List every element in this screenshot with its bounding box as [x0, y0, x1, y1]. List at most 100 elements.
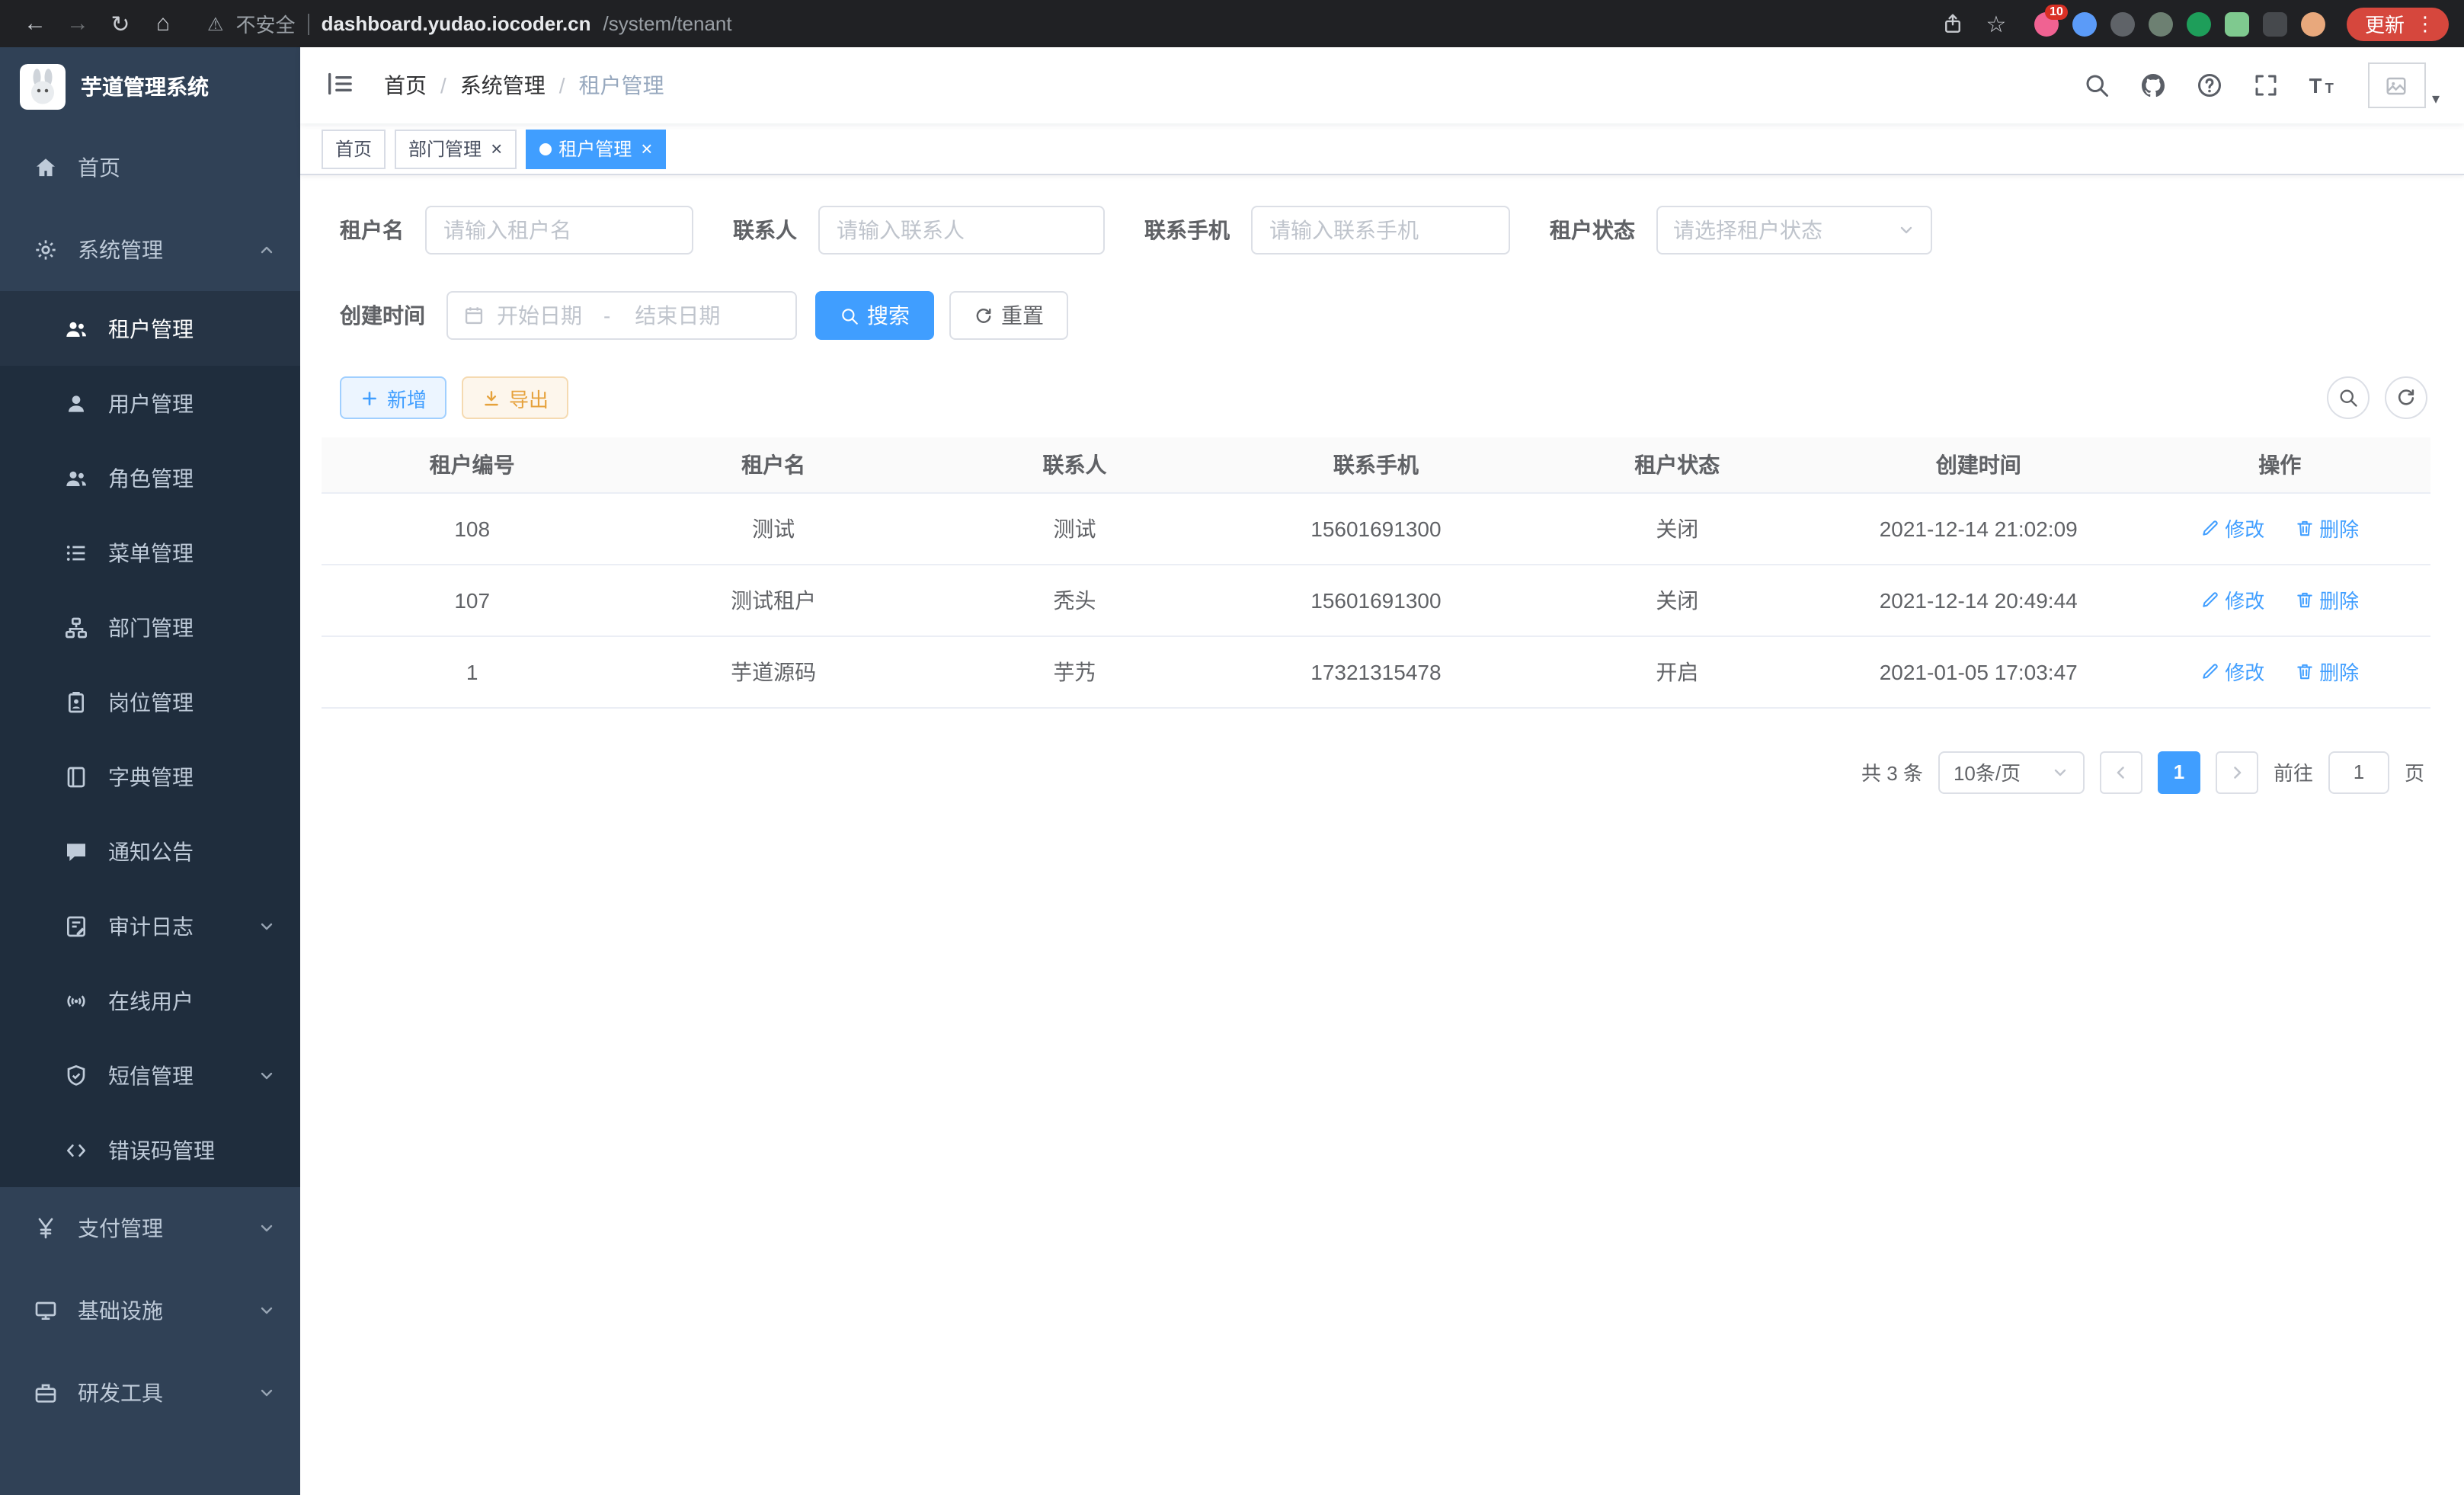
bookmark-star-icon[interactable]: ☆ [1976, 4, 2016, 43]
status-select-placeholder: 请选择租户状态 [1673, 215, 1822, 245]
browser-forward-icon[interactable]: → [58, 4, 98, 43]
tab-dept-management[interactable]: 部门管理 × [395, 129, 516, 168]
extension-icon[interactable] [2225, 11, 2249, 36]
search-button[interactable]: 搜索 [815, 291, 934, 340]
sidebar-item-sms-management[interactable]: 短信管理 [0, 1038, 300, 1112]
delete-link[interactable]: 删除 [2295, 514, 2359, 543]
font-size-icon[interactable] [2306, 69, 2339, 102]
table-row: 1 芋道源码 芋艿 17321315478 开启 2021-01-05 17:0… [322, 635, 2430, 707]
sidebar-item-role-management[interactable]: 角色管理 [0, 440, 300, 515]
extension-badge: 10 [2045, 4, 2068, 19]
sidebar-item-audit-log[interactable]: 审计日志 [0, 888, 300, 963]
refresh-table-icon[interactable] [2385, 376, 2427, 419]
extension-icon[interactable] [2149, 11, 2173, 36]
sidebar-item-label: 部门管理 [108, 612, 276, 642]
sidebar-item-error-code-management[interactable]: 错误码管理 [0, 1112, 300, 1187]
date-range-picker[interactable]: 开始日期 - 结束日期 [446, 291, 797, 340]
app-logo[interactable]: 芋道管理系统 [0, 47, 300, 126]
add-button-label: 新增 [387, 383, 427, 412]
active-tab-dot [539, 142, 551, 155]
reset-button[interactable]: 重置 [949, 291, 1068, 340]
close-tab-icon[interactable]: × [641, 139, 652, 158]
cell-phone: 15601691300 [1225, 564, 1526, 635]
user-avatar-menu[interactable]: ▾ [2368, 62, 2440, 108]
tab-label: 租户管理 [558, 136, 632, 162]
pagination-total: 共 3 条 [1861, 757, 1923, 786]
extension-icon[interactable] [2187, 11, 2211, 36]
edit-icon [2200, 661, 2220, 681]
search-icon[interactable] [2080, 69, 2114, 102]
extension-icon[interactable]: 10 [2034, 11, 2059, 36]
breadcrumb-separator: / [440, 73, 446, 98]
next-page-button[interactable] [2216, 751, 2258, 793]
edit-link[interactable]: 修改 [2200, 657, 2264, 686]
extension-icon[interactable] [2072, 11, 2097, 36]
cell-tenant-id: 1 [322, 635, 622, 707]
page-content: 租户名 联系人 联系手机 租户状态 请选择租户状态 创建时间 [300, 175, 2464, 1495]
edit-link[interactable]: 修改 [2200, 585, 2264, 614]
goto-page-input[interactable] [2328, 751, 2389, 793]
sidebar-item-home[interactable]: 首页 [0, 126, 300, 209]
tab-tenant-management[interactable]: 租户管理 × [525, 129, 666, 168]
tenant-name-input[interactable] [425, 206, 693, 255]
sidebar-item-infrastructure[interactable]: 基础设施 [0, 1269, 300, 1352]
breadcrumb-home[interactable]: 首页 [384, 70, 427, 101]
contact-input[interactable] [818, 206, 1105, 255]
page-number-button[interactable]: 1 [2158, 751, 2200, 793]
sidebar-item-dept-management[interactable]: 部门管理 [0, 590, 300, 664]
logo-image [20, 64, 66, 110]
tab-home[interactable]: 首页 [322, 129, 386, 168]
sidebar-item-menu-management[interactable]: 菜单管理 [0, 515, 300, 590]
book-icon [64, 764, 88, 789]
sidebar-item-payment-management[interactable]: 支付管理 [0, 1187, 300, 1269]
column-header-contact: 联系人 [924, 437, 1225, 492]
sidebar-item-online-users[interactable]: 在线用户 [0, 963, 300, 1038]
extension-icon[interactable] [2110, 11, 2135, 36]
delete-link[interactable]: 删除 [2295, 585, 2359, 614]
sidebar-item-dev-tools[interactable]: 研发工具 [0, 1352, 300, 1434]
page-size-select[interactable]: 10条/页 [1938, 751, 2085, 793]
phone-input[interactable] [1251, 206, 1510, 255]
add-button[interactable]: 新增 [340, 376, 446, 419]
export-button[interactable]: 导出 [462, 376, 568, 419]
browser-profile-avatar[interactable] [2301, 11, 2325, 36]
browser-refresh-icon[interactable]: ↻ [101, 4, 140, 43]
extensions-puzzle-icon[interactable] [2263, 11, 2287, 36]
sidebar-menu: 首页 系统管理 租户管理 用户管理 [0, 126, 300, 1495]
close-tab-icon[interactable]: × [491, 139, 502, 158]
sidebar-item-label: 支付管理 [78, 1213, 238, 1244]
page-size-value: 10条/页 [1954, 757, 2021, 786]
code-icon [64, 1138, 88, 1162]
sidebar-item-dict-management[interactable]: 字典管理 [0, 739, 300, 814]
list-icon [64, 540, 88, 565]
status-select[interactable]: 请选择租户状态 [1656, 206, 1932, 255]
sidebar-collapse-icon[interactable] [325, 69, 358, 102]
prev-page-button[interactable] [2100, 751, 2142, 793]
delete-link[interactable]: 删除 [2295, 657, 2359, 686]
sidebar-item-system-management[interactable]: 系统管理 [0, 209, 300, 291]
sidebar-item-user-management[interactable]: 用户管理 [0, 366, 300, 440]
update-button[interactable]: 更新 ⋮ [2347, 7, 2449, 40]
browser-home-icon[interactable]: ⌂ [143, 4, 183, 43]
sidebar-item-post-management[interactable]: 岗位管理 [0, 664, 300, 739]
goto-label: 前往 [2274, 757, 2313, 786]
not-secure-warning-icon: ⚠ [207, 13, 224, 34]
share-icon[interactable] [1934, 4, 1973, 43]
trash-icon [2295, 518, 2315, 538]
top-navbar: 首页 / 系统管理 / 租户管理 ▾ [300, 47, 2464, 123]
breadcrumb-system-management[interactable]: 系统管理 [460, 70, 546, 101]
chevron-down-icon [258, 1066, 276, 1084]
address-bar[interactable]: ⚠ 不安全 dashboard.yudao.iocoder.cn/system/… [207, 9, 732, 38]
sidebar-item-notice[interactable]: 通知公告 [0, 814, 300, 888]
browser-back-icon[interactable]: ← [15, 4, 55, 43]
toggle-search-icon[interactable] [2327, 376, 2370, 419]
browser-menu-icon[interactable]: ⋮ [2415, 11, 2435, 36]
github-icon[interactable] [2136, 69, 2170, 102]
monitor-icon [34, 1298, 58, 1323]
edit-link[interactable]: 修改 [2200, 514, 2264, 543]
tenant-name-label: 租户名 [340, 215, 404, 245]
fullscreen-icon[interactable] [2249, 69, 2283, 102]
help-icon[interactable] [2193, 69, 2226, 102]
chevron-down-icon [258, 1219, 276, 1237]
sidebar-item-tenant-management[interactable]: 租户管理 [0, 291, 300, 366]
